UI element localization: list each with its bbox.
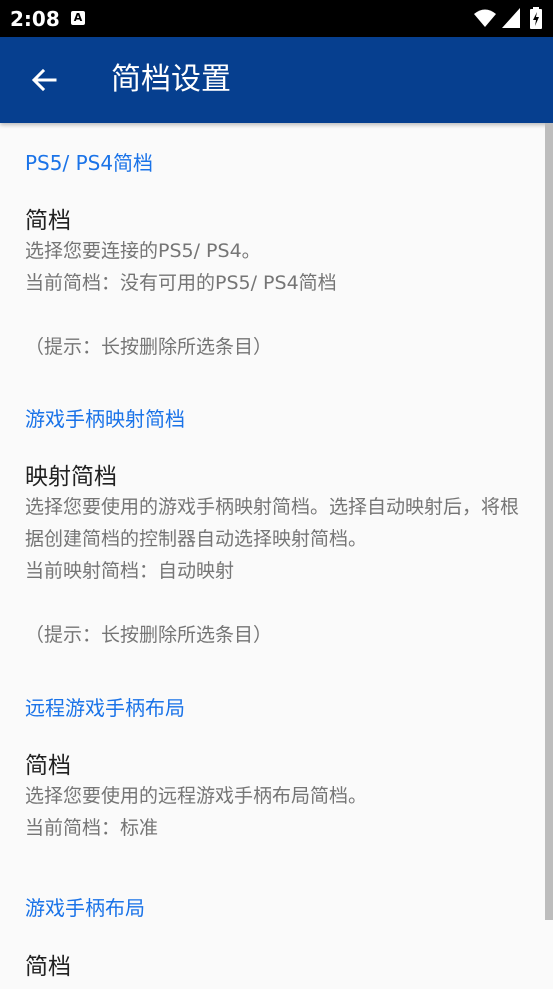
section-header-gamepad-layout: 游戏手柄布局 — [25, 896, 145, 920]
status-time: 2:08 — [10, 7, 60, 31]
pref-item-gamepad-layout[interactable]: 简档 — [0, 949, 545, 989]
page-title: 简档设置 — [111, 62, 231, 97]
battery-icon — [530, 7, 542, 29]
wifi-icon — [474, 9, 496, 27]
status-bar: 2:08 A — [0, 0, 553, 37]
section-header-ps-profile: PS5/ PS4简档 — [25, 151, 154, 175]
pref-title: 简档 — [25, 954, 71, 980]
pref-summary: 选择您要使用的远程游戏手柄布局简档。 当前简档：标准 — [25, 785, 368, 839]
section-header-remote-layout: 远程游戏手柄布局 — [25, 696, 185, 720]
scrollbar[interactable] — [545, 123, 553, 920]
pref-summary: 选择您要连接的PS5/ PS4。 当前简档：没有可用的PS5/ PS4简档 （提… — [25, 240, 337, 358]
pref-title: 简档 — [25, 208, 71, 234]
notification-icon: A — [71, 11, 85, 25]
pref-item-remote-layout[interactable]: 简档 选择您要使用的远程游戏手柄布局简档。 当前简档：标准 — [0, 748, 545, 848]
back-arrow-icon[interactable] — [28, 64, 60, 96]
app-bar: 简档设置 — [0, 37, 553, 123]
section-header-mapping-profile: 游戏手柄映射简档 — [25, 407, 185, 431]
signal-icon — [502, 8, 520, 28]
pref-title: 简档 — [25, 753, 71, 779]
pref-item-mapping-profile[interactable]: 映射简档 选择您要使用的游戏手柄映射简档。选择自动映射后，将根据创建简档的控制器… — [0, 459, 545, 649]
pref-title: 映射简档 — [25, 464, 117, 490]
pref-item-ps-profile[interactable]: 简档 选择您要连接的PS5/ PS4。 当前简档：没有可用的PS5/ PS4简档… — [0, 203, 545, 363]
pref-summary: 选择您要使用的游戏手柄映射简档。选择自动映射后，将根据创建简档的控制器自动选择映… — [25, 496, 520, 646]
